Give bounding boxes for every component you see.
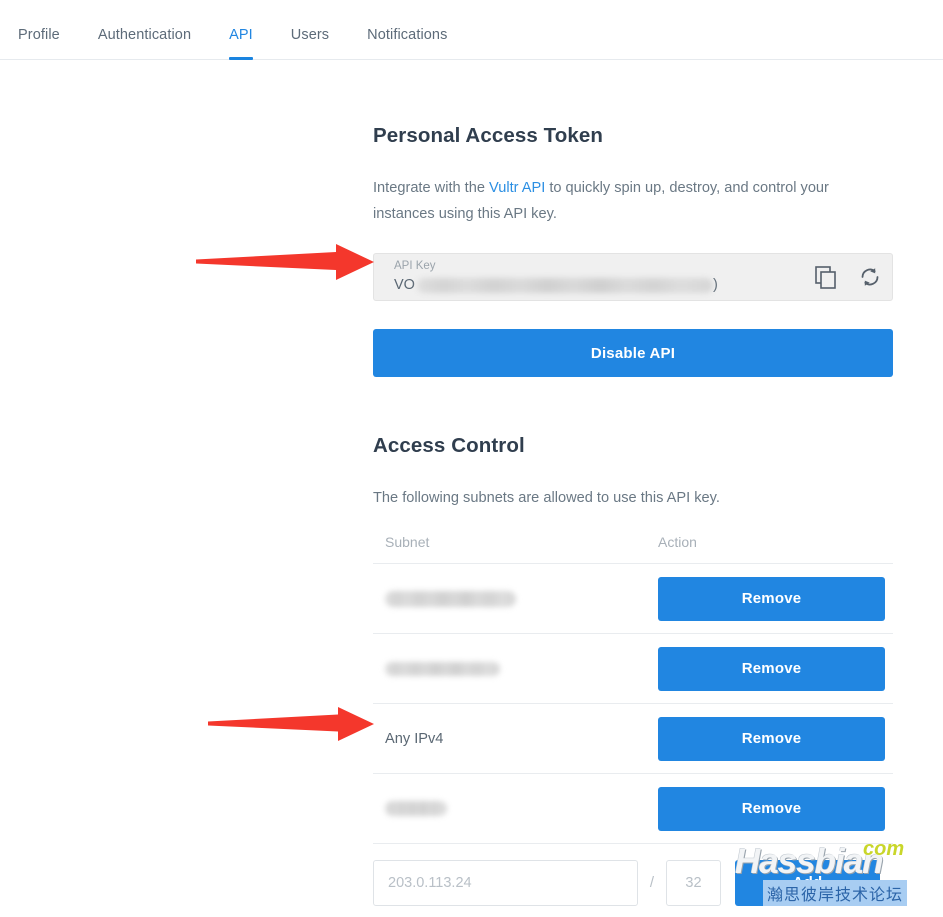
- annotation-arrow-any-ipv4: [208, 707, 374, 741]
- api-key-value: VO): [394, 277, 718, 293]
- tab-profile[interactable]: Profile: [18, 27, 60, 60]
- settings-tab-bar: Profile Authentication API Users Notific…: [0, 0, 943, 60]
- regenerate-api-key-button[interactable]: [848, 254, 892, 300]
- subnet-table-header: Subnet Action: [373, 534, 893, 564]
- remove-subnet-button[interactable]: Remove: [658, 786, 885, 831]
- subnet-table: Subnet Action Remove Remove Any IPv4 Rem…: [373, 534, 893, 917]
- action-cell: Remove: [658, 704, 893, 773]
- subnet-cidr-input[interactable]: [666, 859, 721, 906]
- main-content: Personal Access Token Integrate with the…: [373, 60, 893, 917]
- add-subnet-row: / Add: [373, 844, 893, 917]
- api-key-value-prefix: VO: [394, 277, 415, 293]
- personal-access-token-description: Integrate with the Vultr API to quickly …: [373, 175, 868, 227]
- subnet-redacted-blur: [385, 590, 516, 607]
- subnet-cell: [373, 564, 658, 633]
- action-cell: Remove: [658, 774, 893, 843]
- tab-notifications-label: Notifications: [367, 27, 448, 43]
- remove-subnet-button[interactable]: Remove: [658, 716, 885, 761]
- disable-api-button[interactable]: Disable API: [373, 329, 893, 377]
- action-cell: Remove: [658, 564, 893, 633]
- description-text-before: Integrate with the: [373, 180, 490, 196]
- api-key-label: API Key: [394, 260, 436, 272]
- add-subnet-button[interactable]: Add: [735, 859, 880, 906]
- api-key-value-suffix: ): [712, 277, 718, 293]
- column-header-subnet: Subnet: [385, 534, 430, 550]
- tab-authentication[interactable]: Authentication: [98, 27, 191, 60]
- api-key-text-wrap: API Key VO): [374, 254, 804, 300]
- remove-subnet-button[interactable]: Remove: [658, 576, 885, 621]
- subnet-cell: Any IPv4: [385, 730, 444, 747]
- table-row: Remove: [373, 564, 893, 634]
- subnet-cell: [373, 774, 658, 843]
- action-cell: Remove: [658, 634, 893, 703]
- subnet-redacted-blur: [385, 661, 500, 676]
- tab-api-label: API: [229, 27, 253, 43]
- api-key-field[interactable]: API Key VO): [373, 253, 893, 301]
- column-header-action: Action: [658, 534, 697, 550]
- annotation-arrow-api-key: [196, 244, 374, 280]
- personal-access-token-title: Personal Access Token: [373, 124, 603, 147]
- tab-profile-label: Profile: [18, 27, 60, 43]
- cidr-separator: /: [649, 874, 655, 891]
- subnet-redacted-blur: [385, 801, 447, 816]
- refresh-icon: [861, 268, 879, 286]
- copy-icon: [815, 265, 836, 289]
- tab-authentication-label: Authentication: [97, 27, 192, 43]
- api-key-redacted-blur: [416, 277, 713, 293]
- subnet-cell: [373, 634, 658, 703]
- copy-api-key-button[interactable]: [804, 254, 848, 300]
- access-control-title: Access Control: [373, 434, 525, 457]
- table-row: Any IPv4 Remove: [373, 704, 893, 774]
- table-row: Remove: [373, 774, 893, 844]
- access-control-description: The following subnets are allowed to use…: [373, 490, 720, 506]
- tab-users-label: Users: [290, 27, 330, 43]
- remove-subnet-button[interactable]: Remove: [658, 646, 885, 691]
- vultr-api-link[interactable]: Vultr API: [489, 180, 545, 196]
- tab-notifications[interactable]: Notifications: [367, 27, 447, 60]
- subnet-ip-input[interactable]: [373, 859, 638, 906]
- tab-users[interactable]: Users: [291, 27, 329, 60]
- table-row: Remove: [373, 634, 893, 704]
- tab-api[interactable]: API: [229, 27, 253, 60]
- tab-list: Profile Authentication API Users Notific…: [0, 0, 943, 60]
